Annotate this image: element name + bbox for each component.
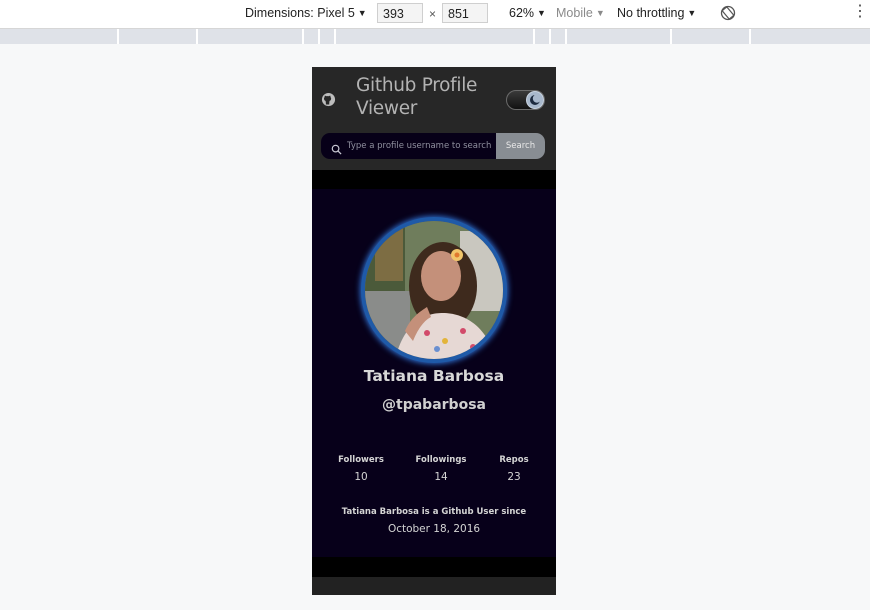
search-input[interactable]: [347, 136, 493, 156]
footer: [312, 577, 556, 595]
stat-repos: Repos 23: [479, 455, 549, 483]
device-mode-dropdown[interactable]: Mobile ▼: [556, 6, 605, 20]
member-since-date: October 18, 2016: [387, 523, 481, 535]
device-viewport: Github Profile Viewer Search: [312, 67, 556, 595]
ruler-tick[interactable]: [318, 29, 320, 44]
stat-value: 23: [507, 471, 521, 483]
devtools-device-toolbar: Dimensions: Pixel 5 ▼ 393 × 851 62% ▼ Mobi…: [0, 0, 870, 29]
search-field[interactable]: [321, 133, 496, 159]
search-button[interactable]: Search: [496, 133, 545, 159]
ruler-tick[interactable]: [670, 29, 672, 44]
profile-card: Tatiana Barbosa @tpabarbosa Followers 10…: [312, 189, 556, 557]
media-query-ruler: [0, 29, 870, 44]
app-header: Github Profile Viewer Search: [312, 67, 556, 170]
stat-followings: Followings 14: [406, 455, 476, 483]
rotate-icon[interactable]: [720, 5, 736, 24]
throttling-dropdown[interactable]: No throttling ▼: [617, 6, 696, 20]
search-icon: [331, 140, 342, 159]
stat-label: Followings: [415, 455, 467, 465]
zoom-label: 62%: [509, 6, 535, 20]
member-since-text: Tatiana Barbosa is a Github User since: [341, 507, 527, 517]
stat-label: Followers: [338, 455, 384, 465]
ruler-tick[interactable]: [549, 29, 551, 44]
dimensions-label: Dimensions: Pixel 5: [245, 6, 355, 20]
height-input[interactable]: 851: [442, 3, 488, 23]
profile-login: @tpabarbosa: [382, 397, 486, 413]
throttling-label: No throttling: [617, 6, 685, 20]
caret-down-icon: ▼: [595, 8, 605, 18]
stat-value: 14: [434, 471, 448, 483]
ruler-tick[interactable]: [749, 29, 751, 44]
ruler-tick[interactable]: [533, 29, 535, 44]
caret-down-icon: ▼: [357, 8, 367, 18]
avatar: [361, 217, 507, 363]
ruler-tick[interactable]: [302, 29, 304, 44]
device-mode-label: Mobile: [556, 6, 593, 20]
stat-value: 10: [354, 471, 368, 483]
times-sign: ×: [429, 7, 437, 21]
width-input[interactable]: 393: [377, 3, 423, 23]
moon-icon: [526, 91, 544, 109]
ruler-tick[interactable]: [117, 29, 119, 44]
profile-name: Tatiana Barbosa: [363, 367, 505, 385]
more-vert-icon[interactable]: ⋮: [852, 4, 868, 20]
theme-toggle[interactable]: [506, 90, 545, 110]
ruler-tick[interactable]: [565, 29, 567, 44]
github-icon: [321, 92, 336, 111]
app-title: Github Profile Viewer: [356, 75, 478, 119]
zoom-dropdown[interactable]: 62% ▼: [509, 6, 546, 20]
ruler-tick[interactable]: [196, 29, 198, 44]
caret-down-icon: ▼: [687, 8, 697, 18]
stat-followers: Followers 10: [326, 455, 396, 483]
ruler-tick[interactable]: [334, 29, 336, 44]
caret-down-icon: ▼: [537, 8, 546, 18]
stat-label: Repos: [499, 455, 529, 465]
dimensions-dropdown[interactable]: Dimensions: Pixel 5 ▼: [245, 6, 367, 20]
